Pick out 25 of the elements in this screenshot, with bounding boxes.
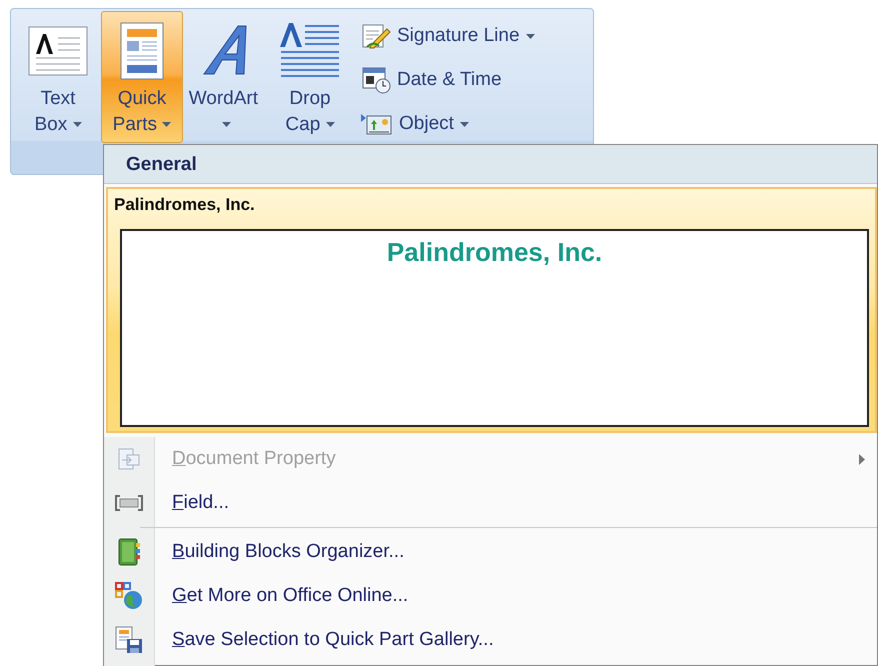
ribbon-button[interactable]: Text Box	[17, 11, 99, 143]
globe-icon	[115, 582, 143, 610]
menu-item[interactable]: Save Selection to Quick Part Gallery...	[104, 618, 877, 662]
gallery-item[interactable]: Palindromes, Inc. Palindromes, Inc.	[106, 187, 877, 433]
gallery-item-title: Palindromes, Inc.	[113, 194, 256, 216]
ribbon-button[interactable]: Signature Line	[357, 17, 539, 55]
ribbon-button[interactable]: WordArt	[185, 11, 267, 143]
menu-item[interactable]: Get More on Office Online...	[104, 574, 877, 618]
field-icon	[115, 495, 143, 511]
object-icon	[361, 112, 393, 136]
menu-item[interactable]: Building Blocks Organizer...	[104, 530, 877, 574]
ribbon-button[interactable]: Object	[357, 105, 539, 143]
preview-text: Palindromes, Inc.	[386, 237, 602, 269]
calendar-clock-icon	[361, 66, 391, 94]
save-page-icon	[115, 626, 143, 654]
page-parts-icon	[120, 22, 164, 80]
document-arrow-icon	[117, 447, 141, 471]
pen-document-icon	[361, 23, 391, 49]
ribbon-button[interactable]: Drop Cap	[269, 11, 351, 143]
ribbon-button[interactable]: Date & Time	[357, 61, 539, 99]
binder-icon	[117, 538, 141, 566]
ribbon-button[interactable]: Quick Parts	[101, 11, 183, 143]
menu-item[interactable]: Field...	[104, 481, 877, 525]
gallery-header: General	[104, 145, 877, 184]
text-box-icon	[28, 26, 88, 76]
